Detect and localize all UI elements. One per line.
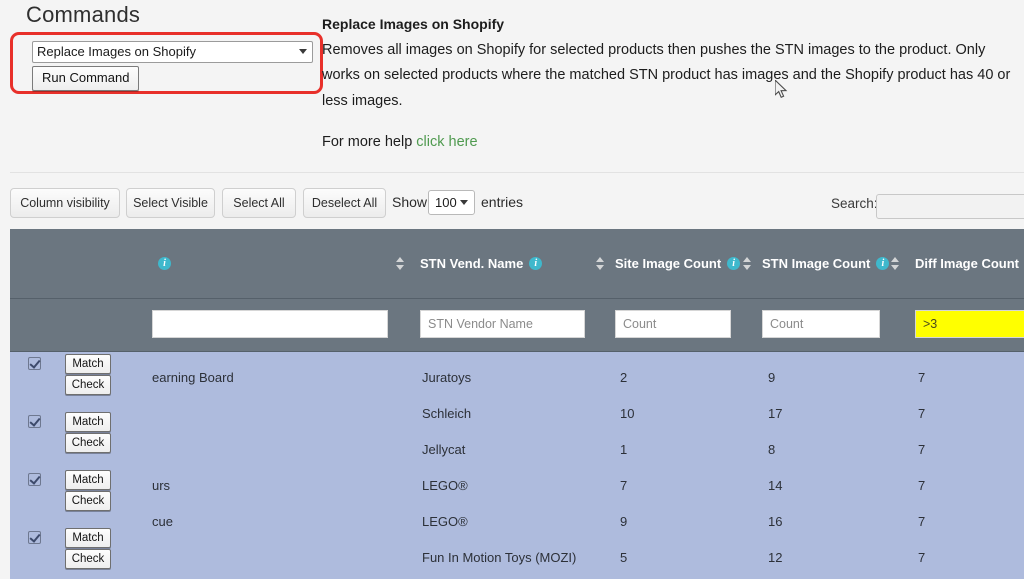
column-header-4[interactable]: STN Image Count i bbox=[762, 229, 910, 298]
cell-stn-vendor-name: Fun In Motion Toys (MOZI) bbox=[422, 550, 577, 565]
page-length-value: 100 bbox=[435, 195, 457, 210]
help-link[interactable]: click here bbox=[416, 134, 477, 150]
row-select-checkbox[interactable] bbox=[28, 473, 41, 486]
cell-stn-image-count: 8 bbox=[768, 442, 776, 457]
mouse-cursor-icon bbox=[775, 80, 788, 99]
select-all-button[interactable]: Select All bbox=[222, 188, 296, 218]
row-match-button[interactable]: Match bbox=[65, 528, 111, 548]
cell-product-name: cue bbox=[152, 514, 173, 529]
table-toolbar: Column visibility Select Visible Select … bbox=[0, 188, 1024, 222]
select-visible-button[interactable]: Select Visible bbox=[126, 188, 215, 218]
entries-label: entries bbox=[481, 194, 524, 210]
command-select-value: Replace Images on Shopify bbox=[37, 44, 196, 59]
run-command-button[interactable]: Run Command bbox=[32, 66, 140, 91]
info-icon[interactable]: i bbox=[876, 257, 890, 270]
sort-toggle-icon[interactable] bbox=[596, 257, 605, 271]
chevron-down-icon bbox=[299, 49, 307, 54]
section-divider bbox=[10, 172, 1024, 173]
table-filter-row: STN Vendor Name Count Count >3 bbox=[10, 299, 1024, 352]
cell-stn-image-count: 9 bbox=[768, 370, 776, 385]
cell-stn-image-count: 16 bbox=[768, 514, 783, 529]
cell-diff-image-count: 7 bbox=[918, 478, 926, 493]
column-header-1[interactable]: i bbox=[10, 229, 410, 298]
cell-diff-image-count: 7 bbox=[918, 550, 926, 565]
cell-product-name: urs bbox=[152, 478, 171, 493]
deselect-all-button[interactable]: Deselect All bbox=[303, 188, 386, 218]
search-label: Search: bbox=[831, 196, 878, 211]
column-filter-input-1[interactable] bbox=[152, 310, 388, 338]
table-header-row: i STN Vend. Name i Site Image Count i STN Ima… bbox=[10, 229, 1024, 299]
cell-stn-image-count: 17 bbox=[768, 406, 783, 421]
column-header-5[interactable]: Diff Image Counti bbox=[915, 229, 1024, 298]
column-header-label: STN Vend. Name bbox=[420, 256, 524, 271]
cell-diff-image-count: 7 bbox=[918, 442, 926, 457]
cell-product-name: earning Board bbox=[152, 370, 234, 385]
row-match-button[interactable]: Match bbox=[65, 470, 111, 490]
cell-stn-vendor-name: Jellycat bbox=[422, 442, 466, 457]
cell-stn-vendor-name: Juratoys bbox=[422, 370, 472, 385]
cell-site-image-count: 9 bbox=[620, 514, 628, 529]
cell-stn-vendor-name: LEGO® bbox=[422, 514, 468, 529]
description-help: For more help click here bbox=[322, 130, 1024, 156]
column-visibility-button[interactable]: Column visibility bbox=[10, 188, 120, 218]
help-prefix: For more help bbox=[322, 134, 417, 150]
row-check-button[interactable]: Check bbox=[65, 549, 111, 569]
column-header-3[interactable]: Site Image Count i bbox=[615, 229, 757, 298]
sort-toggle-icon[interactable] bbox=[743, 257, 752, 271]
cell-stn-image-count: 14 bbox=[768, 478, 783, 493]
row-match-button[interactable]: Match bbox=[65, 412, 111, 432]
row-select-checkbox[interactable] bbox=[28, 415, 41, 428]
column-header-label: STN Image Count bbox=[762, 256, 871, 271]
commands-heading: Commands bbox=[26, 2, 141, 27]
row-select-checkbox[interactable] bbox=[28, 531, 41, 544]
info-icon[interactable]: i bbox=[529, 257, 543, 270]
show-label: Show bbox=[392, 194, 428, 210]
description-body: Removes all images on Shopify for select… bbox=[322, 41, 1011, 109]
table-body: earning Board Juratoys 2 9 7 Schleich 10 17 7 Jel… bbox=[10, 352, 1024, 579]
sort-toggle-icon[interactable] bbox=[891, 257, 900, 271]
description-title: Replace Images on Shopify bbox=[322, 16, 505, 32]
cell-site-image-count: 7 bbox=[620, 478, 628, 493]
cell-site-image-count: 5 bbox=[620, 550, 628, 565]
column-filter-input-5[interactable]: >3 bbox=[915, 310, 1024, 338]
column-filter-input-2[interactable]: STN Vendor Name bbox=[420, 310, 585, 338]
data-table: i STN Vend. Name i Site Image Count i STN Ima… bbox=[10, 229, 1024, 579]
cell-diff-image-count: 7 bbox=[918, 370, 926, 385]
column-filter-input-4[interactable]: Count bbox=[762, 310, 880, 338]
column-header-label: Diff Image Count bbox=[915, 256, 1019, 271]
command-description: Replace Images on Shopify Removes all im… bbox=[322, 12, 1024, 156]
cell-diff-image-count: 7 bbox=[918, 406, 926, 421]
info-icon[interactable]: i bbox=[158, 257, 171, 270]
cell-stn-vendor-name: Schleich bbox=[422, 406, 472, 421]
command-select[interactable]: Replace Images on Shopify bbox=[32, 41, 313, 63]
page-root: Commands Replace Images on Shopify Run C… bbox=[0, 0, 1024, 579]
row-check-button[interactable]: Check bbox=[65, 433, 111, 453]
search-input[interactable] bbox=[876, 194, 1024, 219]
cell-site-image-count: 2 bbox=[620, 370, 628, 385]
row-match-button[interactable]: Match bbox=[65, 354, 111, 374]
cell-site-image-count: 1 bbox=[620, 442, 628, 457]
sort-toggle-icon[interactable] bbox=[396, 257, 405, 271]
cell-stn-vendor-name: LEGO® bbox=[422, 478, 468, 493]
column-header-label: Site Image Count bbox=[615, 256, 722, 271]
row-select-checkbox[interactable] bbox=[28, 357, 41, 370]
info-icon[interactable]: i bbox=[727, 257, 741, 270]
column-filter-input-3[interactable]: Count bbox=[615, 310, 731, 338]
page-length-select[interactable]: 100 bbox=[428, 190, 475, 215]
cell-site-image-count: 10 bbox=[620, 406, 635, 421]
row-check-button[interactable]: Check bbox=[65, 375, 111, 395]
cell-stn-image-count: 12 bbox=[768, 550, 783, 565]
row-check-button[interactable]: Check bbox=[65, 491, 111, 511]
column-header-2[interactable]: STN Vend. Name i bbox=[420, 229, 610, 298]
chevron-down-icon bbox=[460, 200, 468, 205]
cell-diff-image-count: 7 bbox=[918, 514, 926, 529]
